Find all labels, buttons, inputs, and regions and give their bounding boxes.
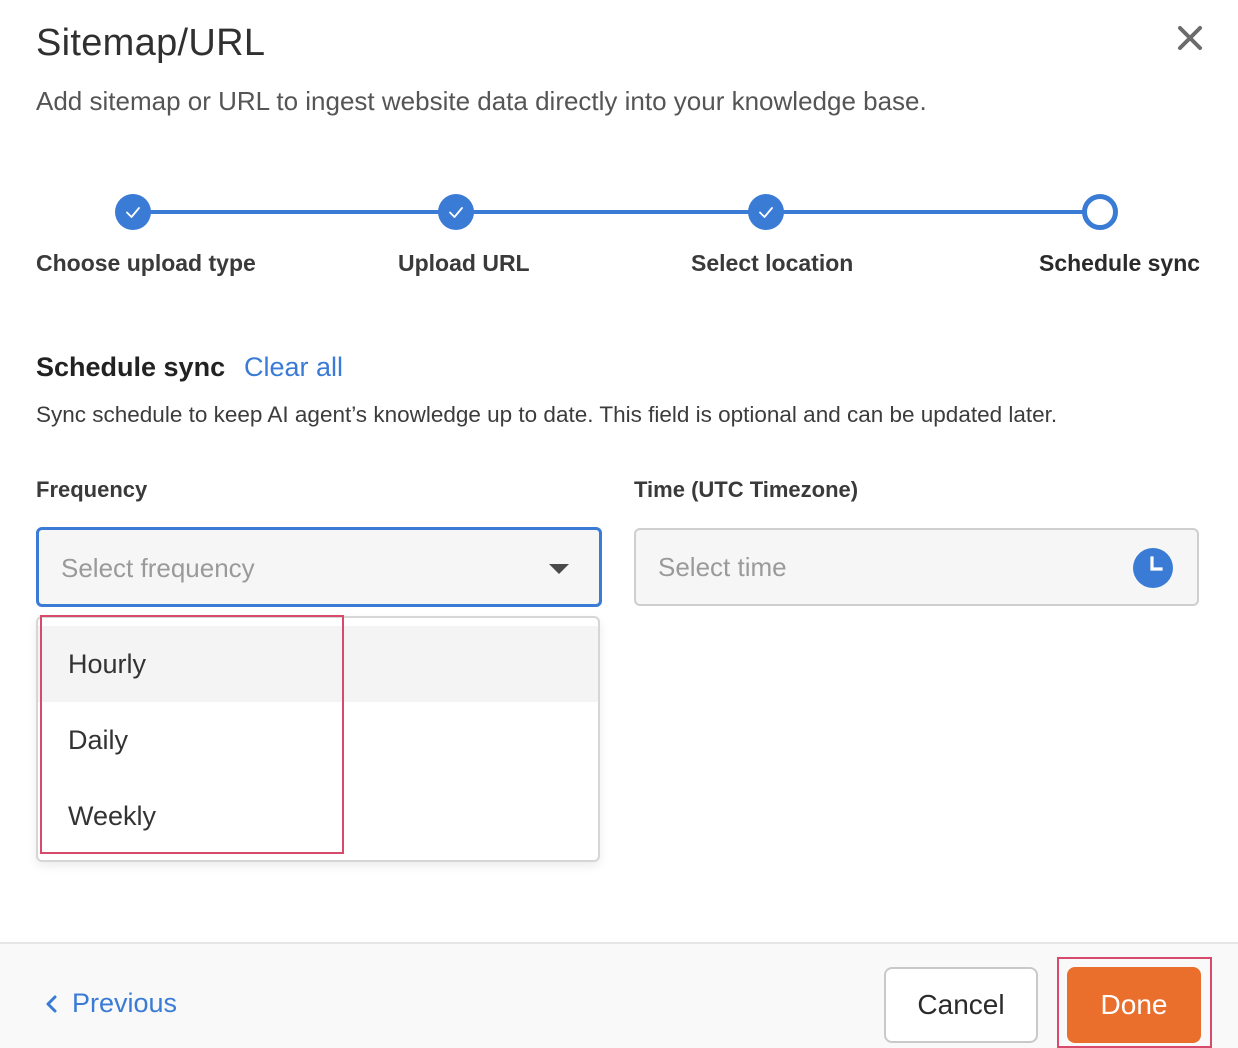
step-connector <box>782 210 1086 214</box>
step-label-schedule-sync: Schedule sync <box>1039 250 1201 276</box>
sitemap-url-dialog: Sitemap/URL Add sitemap or URL to ingest… <box>0 0 1238 1048</box>
dialog-footer <box>0 944 1238 1048</box>
step-1-complete-marker <box>115 194 151 230</box>
frequency-dropdown-menu: Hourly Daily Weekly <box>36 616 600 862</box>
time-picker[interactable]: Select time <box>634 528 1199 606</box>
frequency-option-daily[interactable]: Daily <box>38 702 598 778</box>
check-icon <box>759 207 773 218</box>
frequency-label: Frequency <box>36 477 148 502</box>
chevron-down-icon <box>549 564 569 574</box>
step-connector <box>150 210 440 214</box>
schedule-sync-heading: Schedule sync <box>36 352 226 382</box>
close-button[interactable] <box>1170 18 1210 58</box>
dialog-subtitle: Add sitemap or URL to ingest website dat… <box>36 86 927 116</box>
close-icon <box>1178 26 1202 50</box>
step-label-select-location: Select location <box>691 250 854 276</box>
schedule-description: Sync schedule to keep AI agent’s knowled… <box>36 402 1058 427</box>
frequency-option-hourly[interactable]: Hourly <box>38 626 598 702</box>
time-placeholder: Select time <box>658 552 787 582</box>
check-icon <box>126 207 140 218</box>
frequency-option-weekly[interactable]: Weekly <box>38 778 598 854</box>
progress-stepper: Choose upload type Upload URL Select loc… <box>0 190 1238 290</box>
step-label-choose-upload-type: Choose upload type <box>36 250 256 276</box>
chevron-left-icon <box>46 995 57 1012</box>
dialog-title: Sitemap/URL <box>36 22 266 64</box>
step-4-current-marker <box>1082 194 1118 230</box>
step-3-complete-marker <box>748 194 784 230</box>
check-icon <box>449 207 463 218</box>
previous-button[interactable]: Previous <box>44 988 177 1019</box>
step-connector <box>472 210 750 214</box>
step-label-upload-url: Upload URL <box>398 250 530 276</box>
time-label: Time (UTC Timezone) <box>634 477 859 502</box>
step-2-complete-marker <box>438 194 474 230</box>
frequency-select[interactable]: Select frequency <box>36 527 602 607</box>
clock-icon[interactable] <box>1133 548 1173 588</box>
done-button[interactable]: Done <box>1067 967 1201 1043</box>
cancel-button[interactable]: Cancel <box>884 967 1038 1043</box>
previous-label: Previous <box>72 988 178 1018</box>
clear-all-link[interactable]: Clear all <box>244 352 343 383</box>
frequency-placeholder: Select frequency <box>61 553 255 583</box>
